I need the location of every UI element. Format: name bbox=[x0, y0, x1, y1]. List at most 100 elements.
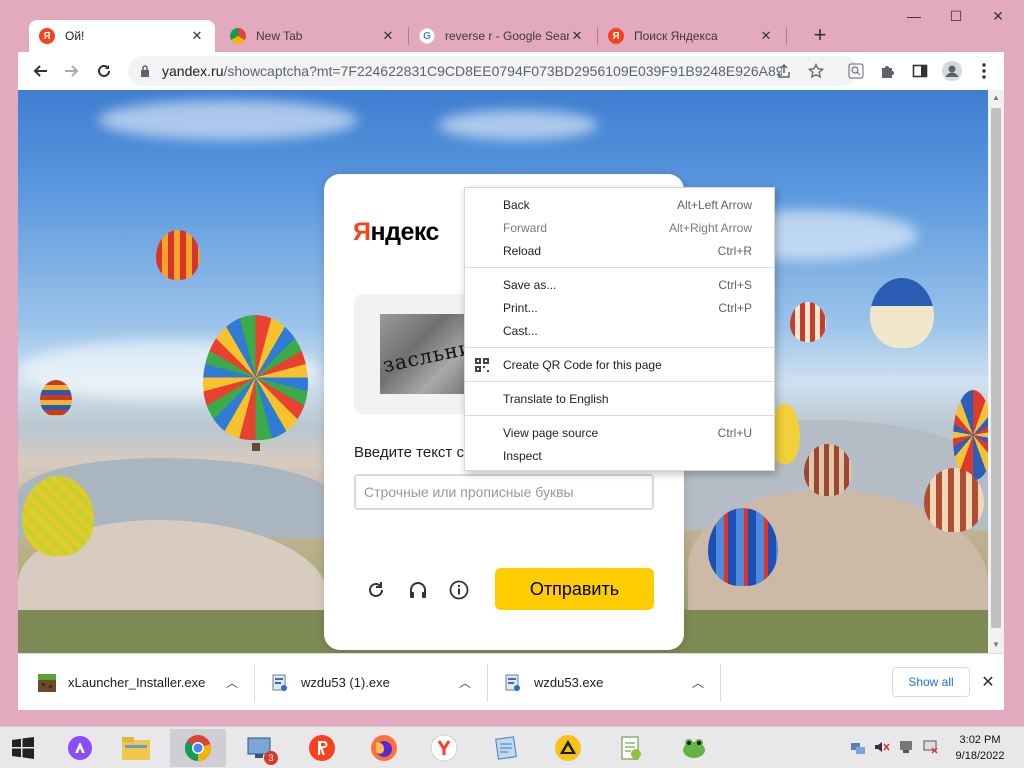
hot-air-balloon bbox=[22, 476, 94, 556]
notepadpp-taskbar-button[interactable] bbox=[602, 729, 658, 767]
menu-item-forward[interactable]: Forward Alt+Right Arrow bbox=[465, 216, 774, 239]
yandex-browser-icon bbox=[430, 734, 458, 762]
new-tab-button[interactable]: + bbox=[808, 24, 832, 48]
notepad-plus-plus-icon bbox=[621, 736, 641, 760]
download-item[interactable]: wzdu53 (1).exe ︿ bbox=[271, 654, 481, 711]
scrollbar-thumb[interactable] bbox=[991, 108, 1001, 628]
system-clock[interactable]: 3:02 PM 9/18/2022 bbox=[950, 732, 1010, 764]
frog-icon bbox=[683, 739, 705, 758]
tab-oi[interactable]: Я Ой! ✕ bbox=[29, 20, 215, 52]
download-item[interactable]: xLauncher_Installer.exe ︿ bbox=[38, 654, 248, 711]
extensions-button[interactable] bbox=[872, 55, 904, 87]
menu-item-save-as[interactable]: Save as... Ctrl+S bbox=[465, 273, 774, 296]
address-bar[interactable]: yandex.ru/showcaptcha?mt=7F224622831C9CD… bbox=[128, 56, 858, 86]
menu-separator bbox=[465, 415, 774, 416]
side-panel-button[interactable] bbox=[904, 55, 936, 87]
tab-title: Поиск Яндекса bbox=[634, 29, 718, 43]
captcha-image: засльни bbox=[380, 314, 470, 394]
audio-captcha-button[interactable] bbox=[406, 578, 430, 602]
triangle-app-button[interactable] bbox=[540, 729, 596, 767]
firefox-icon bbox=[371, 735, 397, 761]
scroll-up-arrow-icon[interactable]: ▲ bbox=[988, 90, 1004, 106]
alice-icon bbox=[68, 736, 92, 760]
menu-item-cast[interactable]: Cast... bbox=[465, 319, 774, 342]
menu-button[interactable] bbox=[968, 55, 1000, 87]
alice-assistant-button[interactable] bbox=[52, 729, 108, 767]
close-tab-icon[interactable]: ✕ bbox=[569, 28, 585, 44]
notes-app-button[interactable] bbox=[478, 729, 534, 767]
close-download-bar-button[interactable]: ✕ bbox=[978, 668, 998, 696]
file-explorer-button[interactable] bbox=[108, 729, 164, 767]
volume-muted-icon[interactable] bbox=[874, 739, 890, 755]
close-tab-icon[interactable]: ✕ bbox=[380, 28, 396, 44]
app-with-badge-button[interactable]: 3 bbox=[232, 729, 288, 767]
bookmark-star-icon[interactable] bbox=[808, 63, 824, 79]
forward-arrow-icon bbox=[65, 65, 79, 77]
download-bar: xLauncher_Installer.exe ︿ wzdu53 (1).exe… bbox=[18, 653, 1004, 710]
chrome-taskbar-button[interactable] bbox=[170, 729, 226, 767]
info-button[interactable] bbox=[447, 578, 471, 602]
close-tab-icon[interactable]: ✕ bbox=[758, 28, 774, 44]
tab-google-search[interactable]: G reverse r - Google Sear ✕ bbox=[409, 20, 595, 52]
taskbar: 3 3:02 PM 9/18/2022 bbox=[0, 726, 1024, 768]
download-filename: wzdu53 (1).exe bbox=[301, 675, 390, 690]
frog-app-button[interactable] bbox=[666, 729, 722, 767]
hot-air-balloon bbox=[804, 444, 852, 496]
reload-icon bbox=[98, 64, 110, 77]
firefox-taskbar-button[interactable] bbox=[356, 729, 412, 767]
menu-item-back[interactable]: Back Alt+Left Arrow bbox=[465, 193, 774, 216]
action-center-icon[interactable] bbox=[922, 739, 938, 755]
menu-item-inspect[interactable]: Inspect bbox=[465, 444, 774, 467]
captcha-input[interactable]: Строчные или прописные буквы bbox=[354, 474, 654, 510]
hot-air-balloon bbox=[156, 230, 200, 280]
chevron-up-icon[interactable]: ︿ bbox=[692, 674, 704, 691]
close-window-button[interactable]: ✕ bbox=[978, 4, 1018, 28]
scroll-down-arrow-icon[interactable]: ▼ bbox=[988, 637, 1004, 653]
minecraft-file-icon bbox=[38, 673, 56, 692]
back-button[interactable] bbox=[24, 55, 56, 87]
refresh-captcha-button[interactable] bbox=[364, 578, 388, 602]
menu-item-translate[interactable]: Translate to English bbox=[465, 387, 774, 410]
search-extension-icon bbox=[848, 63, 864, 79]
profile-avatar-icon bbox=[942, 61, 962, 81]
download-filename: xLauncher_Installer.exe bbox=[68, 675, 206, 690]
share-icon[interactable] bbox=[776, 63, 792, 79]
start-button[interactable] bbox=[0, 729, 46, 767]
kebab-menu-icon bbox=[982, 63, 986, 79]
download-item[interactable]: wzdu53.exe ︿ bbox=[504, 654, 714, 711]
show-all-downloads-button[interactable]: Show all bbox=[892, 667, 970, 697]
tab-yandex-search[interactable]: Я Поиск Яндекса ✕ bbox=[598, 20, 784, 52]
extension-button[interactable] bbox=[840, 55, 872, 87]
minimize-button[interactable]: — bbox=[894, 4, 934, 28]
url-text[interactable]: yandex.ru/showcaptcha?mt=7F224622831C9CD… bbox=[162, 63, 782, 79]
headphones-icon bbox=[410, 582, 426, 598]
menu-item-create-qr-code[interactable]: Create QR Code for this page bbox=[465, 353, 774, 376]
menu-item-print[interactable]: Print... Ctrl+P bbox=[465, 296, 774, 319]
menu-item-view-source[interactable]: View page source Ctrl+U bbox=[465, 421, 774, 444]
url-path: /showcaptcha?mt=7F224622831C9CD8EE0794F0… bbox=[223, 63, 782, 79]
forward-button[interactable] bbox=[56, 55, 88, 87]
submit-button[interactable]: Отправить bbox=[495, 568, 654, 610]
chevron-up-icon[interactable]: ︿ bbox=[226, 674, 238, 691]
yandex-browser-taskbar-button[interactable] bbox=[416, 729, 472, 767]
yandex-taskbar-button[interactable] bbox=[294, 729, 350, 767]
reload-button[interactable] bbox=[88, 55, 120, 87]
hot-air-balloon bbox=[953, 390, 988, 480]
usb-device-tray-icon[interactable] bbox=[898, 739, 914, 755]
network-tray-icon[interactable] bbox=[850, 739, 866, 755]
profile-button[interactable] bbox=[936, 55, 968, 87]
tab-new-tab[interactable]: New Tab ✕ bbox=[220, 20, 406, 52]
download-divider bbox=[720, 664, 721, 702]
chevron-up-icon[interactable]: ︿ bbox=[459, 674, 471, 691]
tab-divider bbox=[786, 27, 787, 45]
hot-air-balloon bbox=[40, 380, 72, 416]
download-divider bbox=[254, 664, 255, 702]
yandex-favicon-icon: Я bbox=[39, 28, 55, 44]
menu-item-reload[interactable]: Reload Ctrl+R bbox=[465, 239, 774, 262]
vertical-scrollbar[interactable]: ▲ ▼ bbox=[988, 90, 1004, 653]
close-tab-icon[interactable]: ✕ bbox=[189, 28, 205, 44]
refresh-icon bbox=[369, 582, 383, 597]
installer-file-icon bbox=[505, 674, 520, 691]
hot-air-balloon bbox=[708, 508, 778, 586]
maximize-button[interactable]: ☐ bbox=[936, 4, 976, 28]
